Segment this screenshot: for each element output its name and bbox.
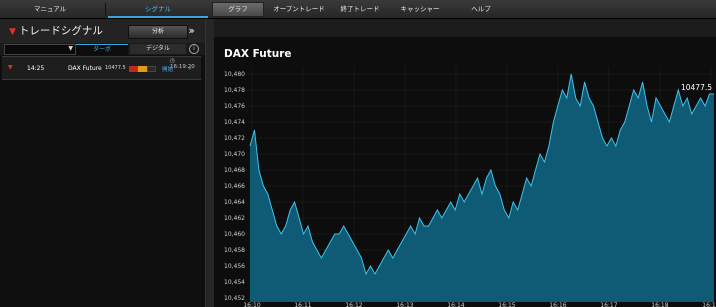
filter-bar: ▼ ターボ デジタル i [0, 43, 205, 55]
y-tick-label: 10,474 [224, 119, 245, 126]
y-tick-label: 10,468 [224, 167, 245, 174]
price-chart[interactable]: 10,452 10,454 10,456 10,458 10,460 10,462 10,4… [214, 62, 716, 307]
strength-bar-orange [138, 66, 147, 72]
panel-title-text: トレードシグナル [18, 25, 103, 37]
analysis-button[interactable]: 分析 [128, 25, 188, 39]
y-tick-label: 10,464 [224, 199, 245, 206]
tab-closed-trades[interactable]: 終了トレード [332, 0, 388, 18]
signal-marker-icon: ▼ [9, 27, 16, 37]
y-tick-label: 10,458 [224, 247, 245, 254]
y-tick-label: 10,460 [224, 231, 245, 238]
x-tick-label: 16:13 [396, 302, 413, 307]
y-tick-label: 10,452 [224, 295, 245, 302]
y-tick-label: 10,476 [224, 103, 245, 110]
y-tick-label: 10,454 [224, 279, 245, 286]
double-chevron-right-icon[interactable]: ››› [188, 24, 195, 37]
signal-price: 10477.5 [105, 65, 126, 71]
x-tick-label: 16:16 [549, 302, 566, 307]
signal-row[interactable]: ▼ 14:25 ◷ 16:19:20 DAX Future 10477.5 開始… [2, 56, 201, 80]
y-tick-label: 10,478 [224, 87, 245, 94]
y-tick-label: 10,456 [224, 263, 245, 270]
y-tick-label: 10,462 [224, 215, 245, 222]
info-icon[interactable]: i [189, 44, 199, 54]
y-tick-label: 10,470 [224, 151, 245, 158]
chart-title: DAX Future [224, 48, 292, 60]
signal-time: 14:25 [27, 65, 45, 72]
y-tick-label: 10,480 [224, 71, 245, 78]
down-arrow-icon: ▼ [8, 64, 13, 71]
strength-bar-red [129, 66, 138, 72]
open-trade-button[interactable]: 開始 [162, 65, 173, 73]
x-tick-label: 16:15 [498, 302, 515, 307]
signal-panel-header: ▼ トレードシグナル 分析 ››› [0, 19, 205, 43]
x-tick-label: 16:12 [345, 302, 362, 307]
tab-graph[interactable]: グラフ [212, 2, 264, 17]
last-price-label: 10477.5 [681, 83, 712, 92]
chevron-down-icon: ▼ [68, 45, 73, 52]
open-chevron-icon[interactable]: » [188, 65, 192, 72]
tab-manual[interactable]: マニュアル [0, 0, 100, 18]
tab-open-trades[interactable]: オープントレード [266, 0, 332, 18]
signal-clock: ◷ 16:19:20 [170, 58, 201, 70]
x-tick-label: 16:10 [243, 302, 260, 307]
price-area [250, 74, 714, 302]
y-tick-label: 10,472 [224, 135, 245, 142]
y-tick-label: 10,466 [224, 183, 245, 190]
x-tick-label: 16:19 [702, 302, 716, 307]
x-tick-label: 16:11 [294, 302, 311, 307]
tab-help[interactable]: ヘルプ [458, 0, 504, 18]
asset-select[interactable]: ▼ [4, 44, 76, 55]
x-tick-label: 16:18 [651, 302, 668, 307]
panel-title: ▼ トレードシグナル [9, 23, 103, 38]
top-nav: マニュアル シグナル グラフ オープントレード 終了トレード キャッシャー ヘル… [0, 0, 716, 19]
tab-cashier[interactable]: キャッシャー [390, 0, 450, 18]
panel-gutter [206, 19, 214, 307]
x-tick-label: 16:14 [447, 302, 464, 307]
signal-instrument: DAX Future [68, 65, 102, 72]
x-tick-label: 16:17 [600, 302, 617, 307]
mode-turbo-tab[interactable]: ターボ [76, 44, 128, 55]
nav-divider [105, 3, 106, 15]
strength-bar-empty [147, 66, 156, 72]
mode-digital-tab[interactable]: デジタル [130, 44, 186, 54]
signal-panel: ▼ トレードシグナル 分析 ››› ▼ ターボ デジタル i ▼ 14:25 ◷ … [0, 19, 206, 307]
tab-signal[interactable]: シグナル [108, 0, 208, 18]
